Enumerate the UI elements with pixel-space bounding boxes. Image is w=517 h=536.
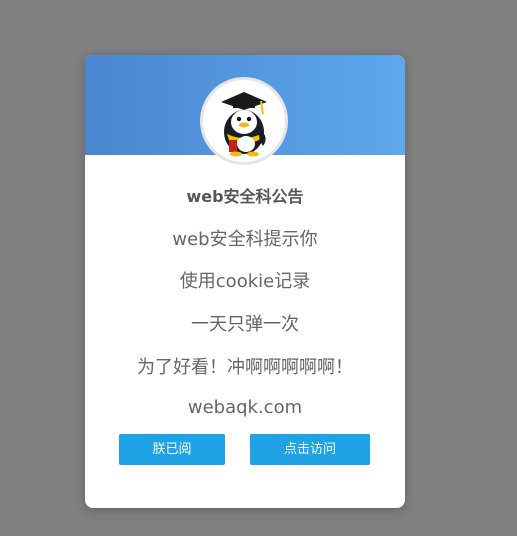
visit-site-button[interactable]: 点击访问 (250, 434, 370, 465)
penguin-graduate-icon (221, 92, 267, 157)
notice-line-3: 一天只弹一次 (191, 314, 299, 335)
site-url-text: webaqk.com (187, 397, 303, 418)
announcement-dialog: web安全科公告 web安全科提示你 使用cookie记录 一天只弹一次 为了好… (85, 55, 405, 508)
notice-line-4: 为了好看！冲啊啊啊啊啊！ (137, 357, 353, 378)
notice-line-2: 使用cookie记录 (179, 271, 311, 292)
notice-line-1: web安全科提示你 (172, 229, 318, 250)
acknowledge-button[interactable]: 朕已阅 (119, 434, 225, 465)
dialog-title: web安全科公告 (186, 187, 304, 206)
avatar (200, 77, 288, 165)
